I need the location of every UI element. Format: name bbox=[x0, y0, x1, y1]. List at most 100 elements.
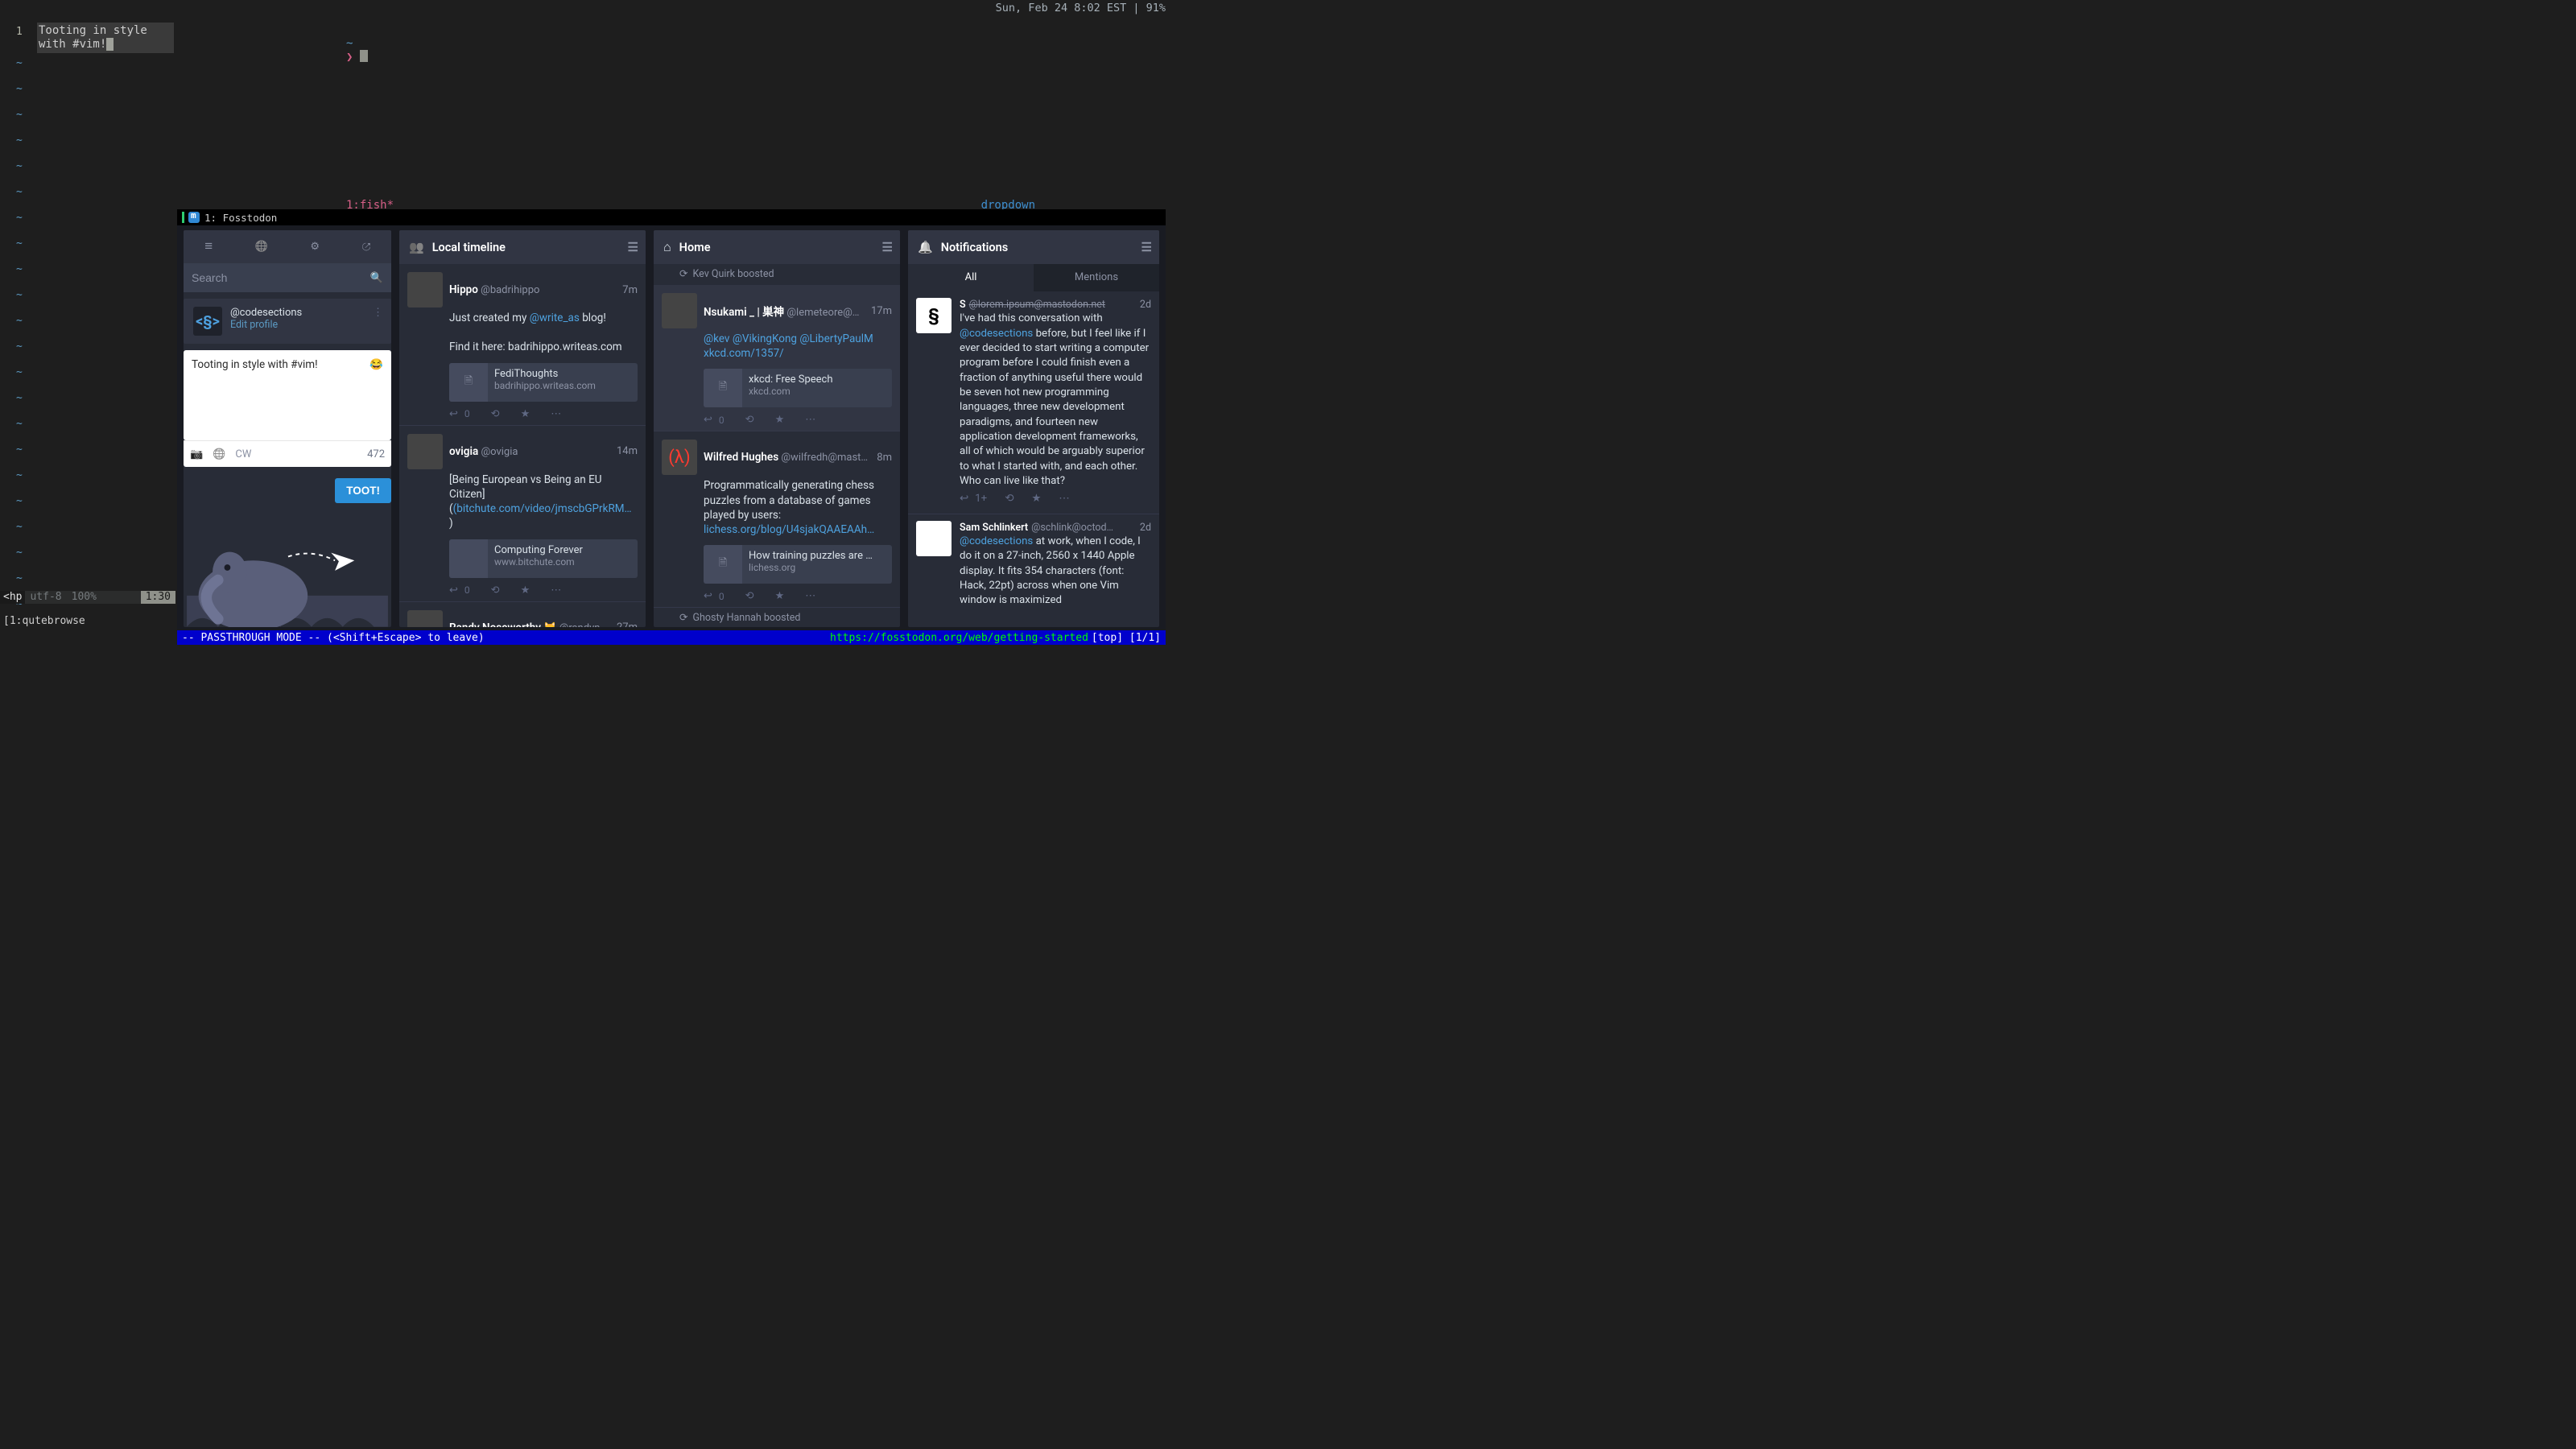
toot-content: [Being European vs Being an EU Citizen] … bbox=[407, 469, 638, 535]
link-card[interactable]: xkcd: Free Speech xkcd.com bbox=[704, 369, 892, 407]
reply-icon[interactable] bbox=[449, 584, 458, 597]
toot[interactable]: Hippo @badrihippo 7m Just created my @wr… bbox=[399, 264, 646, 426]
link-card[interactable]: Computing Forever www.bitchute.com bbox=[449, 539, 638, 578]
handle[interactable]: @ovigia bbox=[481, 446, 518, 458]
card-url: lichess.org bbox=[749, 562, 873, 573]
profile-menu-icon[interactable]: ⋮ bbox=[373, 307, 383, 319]
file-icon bbox=[464, 374, 473, 391]
compose-toolbar: CW 472 bbox=[184, 440, 391, 467]
more-icon[interactable] bbox=[551, 584, 561, 597]
favorite-icon[interactable] bbox=[1031, 492, 1041, 506]
tab-all[interactable]: All bbox=[908, 264, 1034, 291]
local-timeline-column: Local timeline Hippo @badrihippo 7m Just… bbox=[399, 230, 646, 627]
boost-icon[interactable] bbox=[1005, 492, 1013, 506]
retweet-icon bbox=[679, 612, 687, 624]
local-column-header[interactable]: Local timeline bbox=[399, 230, 646, 264]
handle[interactable]: @lorem.ipsum@mastodon.net bbox=[969, 298, 1105, 312]
column-settings-icon[interactable] bbox=[628, 240, 636, 254]
menu-icon[interactable] bbox=[204, 238, 213, 254]
profile-card[interactable]: <§> @codesections Edit profile ⋮ bbox=[184, 299, 391, 344]
display-name[interactable]: ovigia bbox=[449, 445, 478, 458]
shell-prompt[interactable]: ~ ❯ bbox=[346, 37, 368, 64]
avatar[interactable] bbox=[916, 521, 952, 556]
handle[interactable]: @randyn… bbox=[559, 622, 607, 627]
boost-icon[interactable] bbox=[491, 584, 500, 597]
search-bar[interactable]: 🔍 bbox=[184, 263, 391, 293]
notification-tabs: All Mentions bbox=[908, 264, 1159, 291]
notifications-header[interactable]: Notifications bbox=[908, 230, 1159, 264]
favorite-icon[interactable] bbox=[521, 408, 530, 420]
browser-tab-bar[interactable]: 1: Fosstodon bbox=[177, 209, 1166, 225]
display-name[interactable]: Nsukami _ | 巣神 bbox=[704, 306, 784, 319]
toot[interactable]: ovigia @ovigia 14m [Being European vs Be… bbox=[399, 426, 646, 602]
handle[interactable]: @badrihippo bbox=[481, 284, 539, 296]
toot-button[interactable]: TOOT! bbox=[335, 478, 391, 503]
logout-icon[interactable] bbox=[361, 241, 369, 253]
search-icon[interactable]: 🔍 bbox=[370, 272, 383, 284]
display-name[interactable]: Sam Schlinkert bbox=[960, 521, 1028, 535]
reply-count: 0 bbox=[719, 415, 724, 426]
avatar[interactable] bbox=[407, 610, 443, 627]
home-column-title: Home bbox=[679, 241, 711, 254]
display-name[interactable]: Hippo bbox=[449, 283, 478, 296]
post-age: 17m bbox=[871, 305, 892, 317]
handle[interactable]: @lemeteore@… bbox=[786, 307, 859, 319]
card-url: www.bitchute.com bbox=[494, 556, 583, 568]
avatar[interactable]: (λ) bbox=[662, 440, 697, 475]
browser-tab-title[interactable]: 1: Fosstodon bbox=[204, 212, 277, 224]
notification[interactable]: Sam Schlinkert @schlink@octod…2d @codese… bbox=[908, 514, 1159, 615]
card-url: badrihippo.writeas.com bbox=[494, 380, 596, 391]
display-name[interactable]: Randy Noseworthy bbox=[449, 621, 541, 627]
more-icon[interactable] bbox=[1059, 492, 1069, 506]
toot[interactable]: (λ) Wilfred Hughes @wilfredh@mast… 8m Pr… bbox=[654, 431, 900, 608]
federated-icon[interactable] bbox=[255, 241, 268, 253]
own-handle: @codesections bbox=[230, 307, 302, 319]
boost-icon[interactable] bbox=[491, 408, 500, 420]
attach-media-icon[interactable] bbox=[190, 448, 203, 460]
compose-text: Tooting in style with #vim! bbox=[192, 358, 318, 371]
vim-buffer-text[interactable]: Tooting in style with #vim! bbox=[37, 23, 174, 53]
reply-icon[interactable] bbox=[449, 408, 458, 420]
display-name[interactable]: Wilfred Hughes bbox=[704, 451, 778, 464]
handle[interactable]: @schlink@octod… bbox=[1031, 521, 1113, 535]
toot[interactable]: Nsukami _ | 巣神 @lemeteore@… 17m @kev @Vi… bbox=[654, 285, 900, 431]
cw-toggle[interactable]: CW bbox=[235, 448, 251, 460]
tab-mentions[interactable]: Mentions bbox=[1034, 264, 1159, 291]
link-card[interactable]: FediThoughts badrihippo.writeas.com bbox=[449, 363, 638, 402]
handle[interactable]: @wilfredh@mast… bbox=[781, 452, 868, 464]
mastodon-mascot bbox=[184, 518, 391, 627]
favorite-icon[interactable] bbox=[775, 590, 785, 602]
column-settings-icon[interactable] bbox=[882, 240, 890, 254]
toot[interactable]: Randy Noseworthy 🐱 @randyn… 27m @speakst… bbox=[399, 602, 646, 627]
more-icon[interactable] bbox=[805, 414, 815, 426]
favorite-icon[interactable] bbox=[521, 584, 530, 597]
compose-textarea[interactable]: Tooting in style with #vim! 😂 bbox=[184, 350, 391, 440]
reply-icon[interactable] bbox=[960, 492, 968, 506]
notification[interactable]: § S @lorem.ipsum@mastodon.net2d I've had… bbox=[908, 291, 1159, 514]
avatar[interactable] bbox=[407, 434, 443, 469]
boost-icon[interactable] bbox=[745, 414, 754, 426]
more-icon[interactable] bbox=[805, 590, 815, 602]
link-card[interactable]: How training puzzles are … lichess.org bbox=[704, 545, 892, 584]
reply-icon[interactable] bbox=[704, 414, 712, 426]
toot-content: @kev @VikingKong @LibertyPaulM xkcd.com/… bbox=[662, 328, 892, 364]
avatar[interactable]: § bbox=[916, 298, 952, 333]
settings-icon[interactable] bbox=[310, 241, 320, 253]
avatar[interactable] bbox=[662, 293, 697, 328]
more-icon[interactable] bbox=[551, 408, 561, 420]
column-settings-icon[interactable] bbox=[1141, 240, 1150, 254]
avatar[interactable] bbox=[407, 272, 443, 308]
favorite-icon[interactable] bbox=[775, 414, 785, 426]
display-name[interactable]: S bbox=[960, 298, 966, 312]
vim-status-position: 1:30 bbox=[141, 591, 175, 604]
emoji-picker-icon[interactable]: 😂 bbox=[369, 358, 383, 371]
vim-pane: 1 Tooting in style with #vim! ~~~~~~~~~~… bbox=[0, 0, 175, 630]
home-column-header[interactable]: Home bbox=[654, 230, 900, 264]
mastodon-app: 🔍 <§> @codesections Edit profile ⋮ Tooti… bbox=[177, 225, 1166, 632]
own-avatar[interactable]: <§> bbox=[193, 307, 222, 336]
edit-profile-link[interactable]: Edit profile bbox=[230, 319, 302, 331]
boost-icon[interactable] bbox=[745, 590, 754, 602]
search-input[interactable] bbox=[192, 271, 370, 284]
reply-icon[interactable] bbox=[704, 590, 712, 602]
visibility-icon[interactable] bbox=[213, 448, 225, 460]
